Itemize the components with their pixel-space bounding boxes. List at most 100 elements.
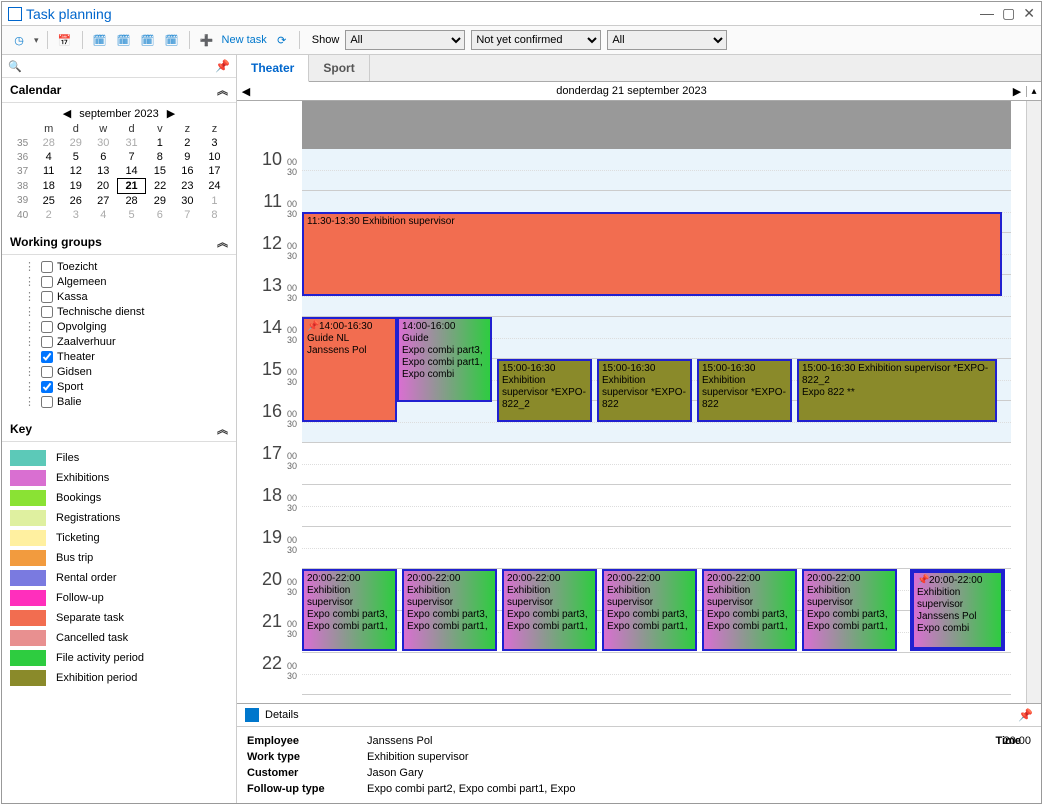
cal-day[interactable]: 7 <box>174 208 201 222</box>
cal-day[interactable]: 2 <box>35 208 62 222</box>
event-block[interactable]: 15:00-16:30 Exhibition supervisor *EXPO-… <box>797 359 997 422</box>
wg-checkbox[interactable] <box>41 336 53 348</box>
clock-icon[interactable]: ◷ <box>10 31 28 49</box>
cal-day[interactable]: 13 <box>89 164 117 179</box>
new-task-button[interactable]: New task <box>222 34 267 46</box>
cal-day[interactable]: 31 <box>117 136 146 150</box>
wg-checkbox[interactable] <box>41 306 53 318</box>
cal-day[interactable]: 25 <box>35 194 62 209</box>
cal-day[interactable]: 29 <box>146 194 174 209</box>
event-block[interactable]: 20:00-22:00 Exhibition supervisor Expo c… <box>402 569 497 651</box>
date-prev-button[interactable]: ◀ <box>237 85 255 98</box>
wg-item[interactable]: ⋮Opvolging <box>10 319 228 334</box>
wg-item[interactable]: ⋮Theater <box>10 349 228 364</box>
cal-day[interactable]: 4 <box>35 150 62 164</box>
wg-item[interactable]: ⋮Algemeen <box>10 274 228 289</box>
dropdown-arrow-icon[interactable]: ▾ <box>34 35 39 46</box>
cal-next-button[interactable]: ▶ <box>167 107 175 120</box>
cal-day[interactable]: 15 <box>146 164 174 179</box>
cal-day[interactable]: 5 <box>62 150 89 164</box>
refresh-icon[interactable]: ⟳ <box>273 31 291 49</box>
cal-day[interactable]: 17 <box>201 164 228 179</box>
cal-day[interactable]: 29 <box>62 136 89 150</box>
filter-status[interactable]: Not yet confirmed <box>471 30 601 50</box>
cal-day[interactable]: 1 <box>146 136 174 150</box>
cal-day[interactable]: 24 <box>201 179 228 194</box>
close-button[interactable]: ✕ <box>1023 5 1035 22</box>
calendar-5-icon[interactable]: 🗓 <box>115 31 133 49</box>
cal-day[interactable]: 8 <box>146 150 174 164</box>
cal-day[interactable]: 1 <box>201 194 228 209</box>
event-block[interactable]: 15:00-16:30 Exhibition supervisor *EXPO-… <box>597 359 692 422</box>
calendar-7-icon[interactable]: 🗓 <box>139 31 157 49</box>
cal-day[interactable]: 10 <box>201 150 228 164</box>
cal-day[interactable]: 3 <box>62 208 89 222</box>
cal-day[interactable]: 19 <box>62 179 89 194</box>
event-block[interactable]: 20:00-22:00 Exhibition supervisor Expo c… <box>802 569 897 651</box>
filter-all-1[interactable]: All <box>345 30 465 50</box>
event-block[interactable]: 20:00-22:00 Exhibition supervisor Expo c… <box>602 569 697 651</box>
event-block[interactable]: 20:00-22:00 Exhibition supervisor Expo c… <box>302 569 397 651</box>
cal-day[interactable]: 27 <box>89 194 117 209</box>
scroll-up-button[interactable]: ▴ <box>1026 86 1041 97</box>
event-block[interactable]: 20:00-22:00 Exhibition supervisor Expo c… <box>502 569 597 651</box>
wg-checkbox[interactable] <box>41 276 53 288</box>
tab-theater[interactable]: Theater <box>237 55 309 82</box>
calendar-day-icon[interactable]: 📅 <box>56 31 74 49</box>
calendar-1-icon[interactable]: 🗓 <box>91 31 109 49</box>
cal-prev-button[interactable]: ◀ <box>63 107 71 120</box>
wg-item[interactable]: ⋮Balie <box>10 394 228 409</box>
cal-day[interactable]: 30 <box>174 194 201 209</box>
cal-day[interactable]: 6 <box>89 150 117 164</box>
cal-day[interactable]: 4 <box>89 208 117 222</box>
wg-panel-header[interactable]: Working groups ︽ <box>2 230 236 255</box>
wg-item[interactable]: ⋮Kassa <box>10 289 228 304</box>
date-next-button[interactable]: ▶ <box>1008 85 1026 98</box>
wg-item[interactable]: ⋮Technische dienst <box>10 304 228 319</box>
wg-item[interactable]: ⋮Toezicht <box>10 259 228 274</box>
event-block[interactable]: 11:30-13:30 Exhibition supervisor <box>302 212 1002 296</box>
wg-checkbox[interactable] <box>41 321 53 333</box>
minimize-button[interactable]: — <box>980 5 994 22</box>
event-block[interactable]: 14:00-16:00 Guide Expo combi part3, Expo… <box>397 317 492 402</box>
cal-day[interactable]: 2 <box>174 136 201 150</box>
cal-day[interactable]: 30 <box>89 136 117 150</box>
event-block[interactable]: 20:00-22:00 Exhibition supervisor Expo c… <box>702 569 797 651</box>
add-icon[interactable]: ➕ <box>198 31 216 49</box>
cal-day[interactable]: 7 <box>117 150 146 164</box>
cal-day[interactable]: 26 <box>62 194 89 209</box>
cal-day[interactable]: 8 <box>201 208 228 222</box>
cal-day[interactable]: 5 <box>117 208 146 222</box>
wg-item[interactable]: ⋮Zaalverhuur <box>10 334 228 349</box>
cal-day[interactable]: 14 <box>117 164 146 179</box>
tab-sport[interactable]: Sport <box>309 55 369 81</box>
wg-item[interactable]: ⋮Gidsen <box>10 364 228 379</box>
cal-day[interactable]: 16 <box>174 164 201 179</box>
cal-day[interactable]: 11 <box>35 164 62 179</box>
cal-day[interactable]: 23 <box>174 179 201 194</box>
scrollbar[interactable] <box>1026 101 1041 703</box>
wg-checkbox[interactable] <box>41 381 53 393</box>
cal-day[interactable]: 3 <box>201 136 228 150</box>
cal-day[interactable]: 18 <box>35 179 62 194</box>
wg-checkbox[interactable] <box>41 291 53 303</box>
schedule-grid[interactable]: 1000301100301200301300301400301500301600… <box>237 101 1026 703</box>
event-block[interactable]: 📌14:00-16:30 Guide NL Janssens Pol <box>302 317 397 422</box>
key-panel-header[interactable]: Key ︽ <box>2 417 236 442</box>
event-block[interactable]: 15:00-16:30 Exhibition supervisor *EXPO-… <box>697 359 792 422</box>
wg-checkbox[interactable] <box>41 351 53 363</box>
wg-checkbox[interactable] <box>41 396 53 408</box>
cal-day[interactable]: 28 <box>117 194 146 209</box>
search-input[interactable] <box>26 60 215 72</box>
cal-day[interactable]: 6 <box>146 208 174 222</box>
event-block[interactable]: 📌20:00-22:00 Exhibition supervisor Janss… <box>910 569 1005 651</box>
event-block[interactable]: 15:00-16:30 Exhibition supervisor *EXPO-… <box>497 359 592 422</box>
cal-day[interactable]: 12 <box>62 164 89 179</box>
pin-icon[interactable]: 📌 <box>1018 708 1033 722</box>
cal-day[interactable]: 9 <box>174 150 201 164</box>
wg-checkbox[interactable] <box>41 261 53 273</box>
calendar-panel-header[interactable]: Calendar ︽ <box>2 78 236 103</box>
cal-day[interactable]: 20 <box>89 179 117 194</box>
filter-all-2[interactable]: All <box>607 30 727 50</box>
maximize-button[interactable]: ▢ <box>1002 5 1015 22</box>
